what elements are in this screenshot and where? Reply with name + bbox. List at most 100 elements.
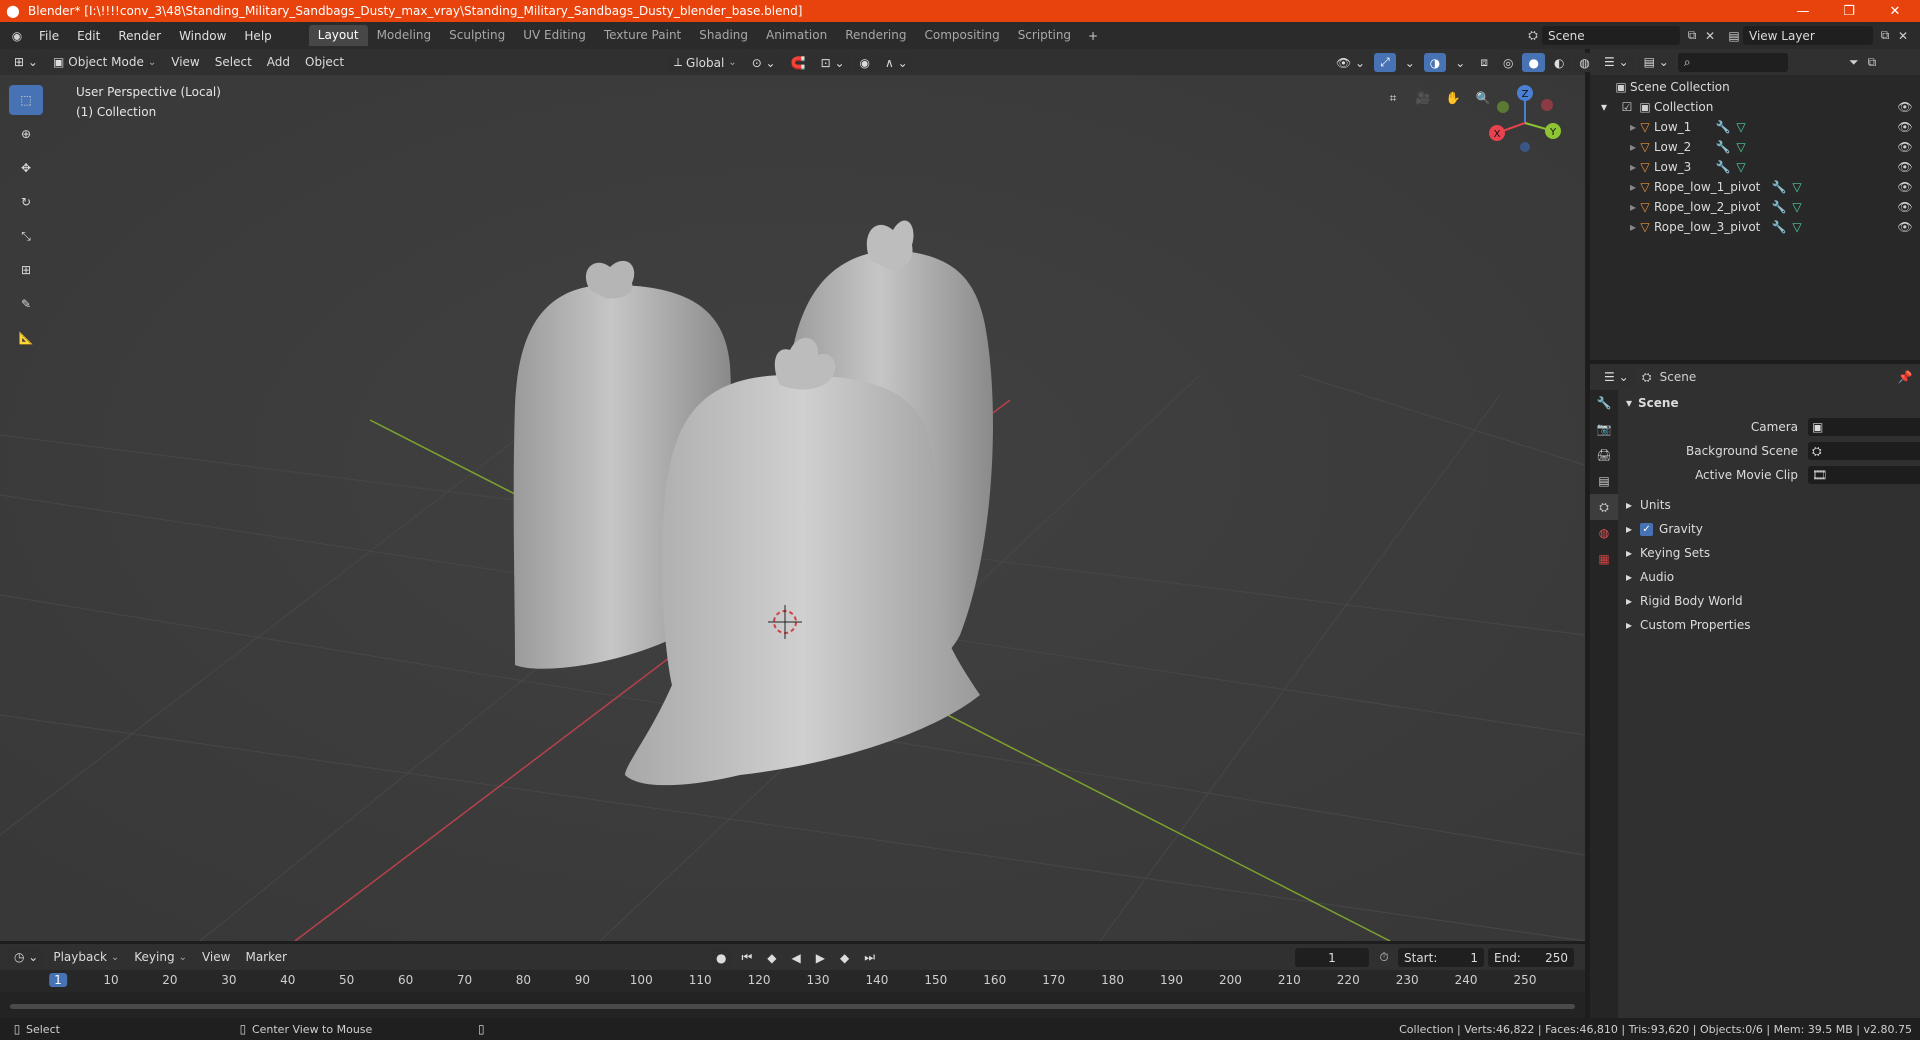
units-panel-header[interactable]: ▸ Units: [1626, 494, 1916, 516]
world-tab-icon[interactable]: ◍: [1590, 520, 1618, 546]
gizmo-dropdown[interactable]: ⌄: [1399, 53, 1421, 72]
mesh-data-icon[interactable]: ▽: [1732, 158, 1750, 176]
transform-orientation-dropdown[interactable]: ⟂ Global: [668, 53, 743, 72]
frame-ruler[interactable]: 1 10 20 30 40 50 60 70 80 90 100 110 120 130 140 150 160…: [0, 970, 1585, 992]
mesh-data-icon[interactable]: ▽: [1732, 118, 1750, 136]
mesh-data-icon[interactable]: ▽: [1732, 138, 1750, 156]
tab-uv-editing[interactable]: UV Editing: [514, 25, 595, 46]
move-tool[interactable]: ✥: [9, 153, 43, 183]
menu-playback[interactable]: Playback: [47, 948, 125, 967]
editor-type-button[interactable]: ⊞ ⌄: [8, 52, 44, 72]
keying-sets-panel-header[interactable]: ▸ Keying Sets: [1626, 542, 1916, 564]
menu-edit[interactable]: Edit: [68, 29, 109, 43]
menu-file[interactable]: File: [30, 29, 68, 43]
overlay-toggle[interactable]: ◑: [1423, 53, 1447, 72]
xray-toggle[interactable]: ⧈: [1474, 53, 1494, 72]
expand-arrow-icon[interactable]: ▸: [1590, 160, 1636, 174]
camera-field[interactable]: ▣✎: [1808, 418, 1920, 436]
prev-keyframe-button[interactable]: ◆: [761, 948, 782, 967]
mesh-data-icon[interactable]: ▽: [1788, 178, 1806, 196]
checkbox-icon[interactable]: ☑: [1618, 98, 1636, 116]
select-box-tool[interactable]: ⬚: [9, 85, 43, 115]
transform-tool[interactable]: ⊞: [9, 255, 43, 285]
eye-icon[interactable]: 👁: [1896, 198, 1914, 216]
tab-layout[interactable]: Layout: [308, 25, 368, 46]
visibility-icon[interactable]: 👁 ⌄: [1330, 53, 1371, 72]
modifier-icon[interactable]: 🔧: [1770, 218, 1788, 236]
object-mode-dropdown[interactable]: ▣ Object Mode: [46, 52, 163, 72]
filter-icon[interactable]: ⏷: [1845, 53, 1863, 71]
outliner-row-low-2[interactable]: ▸ ▽ Low_2 🔧 ▽ 👁: [1590, 137, 1920, 157]
eye-icon[interactable]: 👁: [1896, 118, 1914, 136]
scene-panel-header[interactable]: ▾ Scene: [1626, 392, 1916, 414]
menu-select[interactable]: Select: [209, 53, 258, 72]
outliner-row-low-1[interactable]: ▸ ▽ Low_1 🔧 ▽ 👁: [1590, 117, 1920, 137]
outliner-row-collection[interactable]: ▾ ☑ ▣ Collection 👁: [1590, 97, 1920, 117]
expand-arrow-icon[interactable]: ▸: [1590, 140, 1636, 154]
overlay-dropdown[interactable]: ⌄: [1449, 53, 1471, 72]
mesh-data-icon[interactable]: ▽: [1788, 198, 1806, 216]
outliner-row-rope-low-1-pivot[interactable]: ▸ ▽ Rope_low_1_pivot 🔧 ▽ 👁: [1590, 177, 1920, 197]
measure-tool[interactable]: 📐: [9, 323, 43, 353]
background-scene-field[interactable]: ⛭: [1808, 442, 1920, 460]
modifier-icon[interactable]: 🔧: [1714, 158, 1732, 176]
eye-icon[interactable]: 👁: [1896, 178, 1914, 196]
pin-icon[interactable]: 📌: [1896, 368, 1914, 386]
output-tab-icon[interactable]: 🖨: [1590, 442, 1618, 468]
shading-solid-button[interactable]: ●: [1522, 53, 1545, 72]
scale-tool[interactable]: ⤡: [9, 221, 43, 251]
outliner-editor-type-button[interactable]: ☰ ⌄: [1598, 52, 1635, 72]
record-button[interactable]: ●: [710, 948, 733, 967]
view-layer-icon[interactable]: ▤: [1725, 27, 1743, 45]
menu-object[interactable]: Object: [299, 53, 350, 72]
rigid-body-world-panel-header[interactable]: ▸ Rigid Body World: [1626, 590, 1916, 612]
navigation-gizmo[interactable]: Z Y X: [1485, 83, 1565, 163]
toggle-camera-view-icon[interactable]: ⌗: [1380, 85, 1406, 111]
add-workspace-icon[interactable]: +: [1084, 27, 1102, 45]
proportional-edit-toggle[interactable]: ◉: [853, 53, 876, 72]
new-collection-icon[interactable]: ⧉: [1863, 53, 1881, 71]
new-scene-icon[interactable]: ⧉: [1683, 27, 1701, 45]
tab-shading[interactable]: Shading: [690, 25, 757, 46]
eye-icon[interactable]: 👁: [1896, 158, 1914, 176]
expand-arrow-icon[interactable]: ▸: [1590, 220, 1636, 234]
timeline-editor-type-button[interactable]: ◷ ⌄: [8, 947, 45, 967]
expand-arrow-icon[interactable]: ▸: [1590, 120, 1636, 134]
new-view-layer-icon[interactable]: ⧉: [1876, 27, 1894, 45]
keyframe-area[interactable]: [0, 992, 1585, 1018]
blender-menu-icon[interactable]: ◉: [8, 27, 26, 45]
view-layer-tab-icon[interactable]: ▤: [1590, 468, 1618, 494]
gravity-checkbox[interactable]: ✓: [1640, 522, 1654, 536]
expand-arrow-icon[interactable]: ▸: [1590, 180, 1636, 194]
current-frame-field[interactable]: 1: [1295, 948, 1369, 967]
audio-panel-header[interactable]: ▸ Audio: [1626, 566, 1916, 588]
shading-wireframe-button[interactable]: ◎: [1496, 53, 1520, 72]
active-movie-clip-field[interactable]: 🎞: [1808, 466, 1920, 484]
menu-keying[interactable]: Keying: [128, 948, 193, 967]
next-keyframe-button[interactable]: ◆: [834, 948, 855, 967]
tab-modeling[interactable]: Modeling: [368, 25, 441, 46]
end-frame-field[interactable]: End: 250: [1488, 948, 1574, 967]
menu-timeline-view[interactable]: View: [196, 948, 236, 967]
tab-sculpting[interactable]: Sculpting: [440, 25, 514, 46]
play-reverse-button[interactable]: ◀: [786, 948, 807, 967]
proportional-falloff-button[interactable]: ∧ ⌄: [879, 53, 914, 72]
modifier-icon[interactable]: 🔧: [1714, 138, 1732, 156]
view-layer-selector[interactable]: View Layer: [1743, 26, 1873, 45]
snap-toggle[interactable]: 🧲: [784, 53, 812, 72]
annotate-tool[interactable]: ✎: [9, 289, 43, 319]
modifier-icon[interactable]: 🔧: [1714, 118, 1732, 136]
gravity-panel-header[interactable]: ▸ ✓ Gravity: [1626, 518, 1916, 540]
gizmo-toggle[interactable]: ⤢: [1374, 53, 1396, 72]
close-button[interactable]: ✕: [1872, 0, 1918, 22]
expand-arrow-icon[interactable]: ▸: [1590, 200, 1636, 214]
menu-marker[interactable]: Marker: [239, 948, 292, 967]
tab-compositing[interactable]: Compositing: [915, 25, 1008, 46]
pivot-point-button[interactable]: ⊙ ⌄: [745, 53, 782, 72]
cursor-tool[interactable]: ⊕: [9, 119, 43, 149]
texture-tab-icon[interactable]: ▦: [1590, 546, 1618, 572]
render-tab-icon[interactable]: 📷: [1590, 416, 1618, 442]
start-frame-field[interactable]: Start: 1: [1398, 948, 1484, 967]
scene-icon[interactable]: ⛭: [1524, 27, 1542, 45]
jump-end-button[interactable]: ⏭: [858, 948, 881, 967]
